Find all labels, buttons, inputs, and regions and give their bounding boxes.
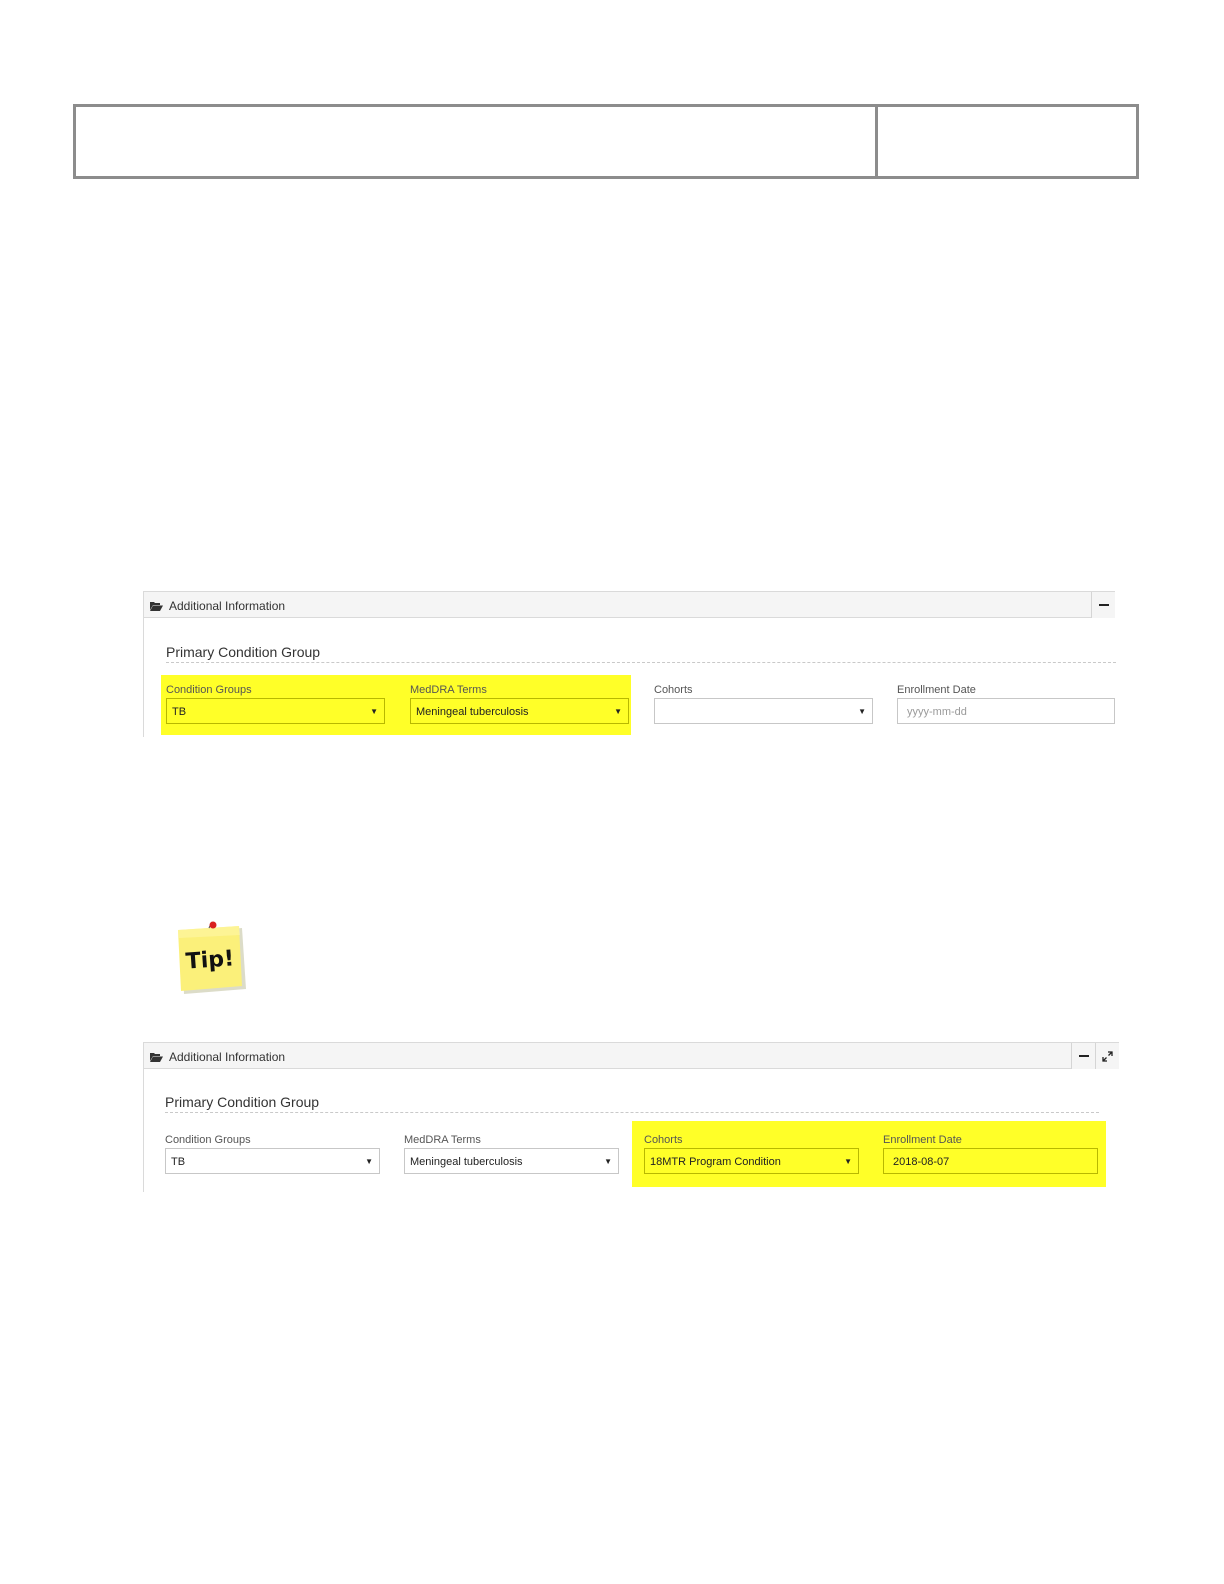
panel-header: Additional Information [143,591,1115,618]
expand-icon [1102,1050,1113,1062]
enrollment-date-label: Enrollment Date [897,684,976,696]
condition-groups-select[interactable]: TB ▼ [166,698,385,724]
condition-groups-select[interactable]: TB ▼ [165,1148,380,1174]
minimize-button[interactable] [1071,1043,1095,1069]
pin-icon [209,921,217,929]
cohorts-select[interactable]: ▼ [654,698,873,724]
condition-groups-label: Condition Groups [165,1134,251,1146]
cohorts-label: Cohorts [654,684,693,696]
meddra-terms-value: Meningeal tuberculosis [410,1156,523,1168]
panel-header: Additional Information [143,1042,1119,1069]
enrollment-date-label: Enrollment Date [883,1134,962,1146]
condition-groups-label: Condition Groups [166,684,252,696]
tip-sticky-note: Tip! [178,921,246,994]
meddra-terms-select[interactable]: Meningeal tuberculosis ▼ [410,698,629,724]
caret-down-icon: ▼ [604,1157,612,1166]
caret-down-icon: ▼ [858,707,866,716]
meddra-terms-select[interactable]: Meningeal tuberculosis ▼ [404,1148,619,1174]
enrollment-date-placeholder: yyyy-mm-dd [907,706,967,718]
tip-label: Tip! [185,946,235,974]
meddra-terms-value: Meningeal tuberculosis [416,706,529,718]
section-divider [165,1112,1099,1113]
section-title: Primary Condition Group [166,644,321,660]
header-cell-left [76,107,878,176]
panel-tools [1071,1043,1119,1069]
panel-tools [1091,592,1115,618]
meddra-terms-label: MedDRA Terms [410,684,487,696]
header-cell-right [878,107,1136,176]
enrollment-date-input[interactable]: 2018-08-07 [883,1148,1098,1174]
condition-groups-value: TB [172,706,187,718]
cohorts-value: 18MTR Program Condition [650,1156,781,1168]
additional-information-panel-1: Additional Information Primary Condition… [143,591,1119,737]
section-title: Primary Condition Group [165,1094,320,1110]
panel-border [143,1068,144,1192]
cohorts-label: Cohorts [644,1134,683,1146]
expand-button[interactable] [1095,1043,1119,1069]
caret-down-icon: ▼ [614,707,622,716]
header-table [73,104,1139,179]
panel-border [143,617,144,737]
panel-title: Additional Information [169,599,286,613]
minus-icon [1098,604,1109,606]
folder-open-icon [150,1053,163,1062]
enrollment-date-value: 2018-08-07 [893,1156,950,1168]
folder-open-icon [150,602,163,611]
section-divider [166,662,1116,663]
meddra-terms-label: MedDRA Terms [404,1134,481,1146]
enrollment-date-input[interactable]: yyyy-mm-dd [897,698,1115,724]
panel-title: Additional Information [169,1050,286,1064]
cohorts-select[interactable]: 18MTR Program Condition ▼ [644,1148,859,1174]
condition-groups-value: TB [171,1156,186,1168]
caret-down-icon: ▼ [365,1157,373,1166]
minimize-button[interactable] [1091,592,1115,618]
additional-information-panel-2: Additional Information Primary Condition… [143,1042,1119,1192]
caret-down-icon: ▼ [370,707,378,716]
minus-icon [1078,1055,1089,1057]
caret-down-icon: ▼ [844,1157,852,1166]
